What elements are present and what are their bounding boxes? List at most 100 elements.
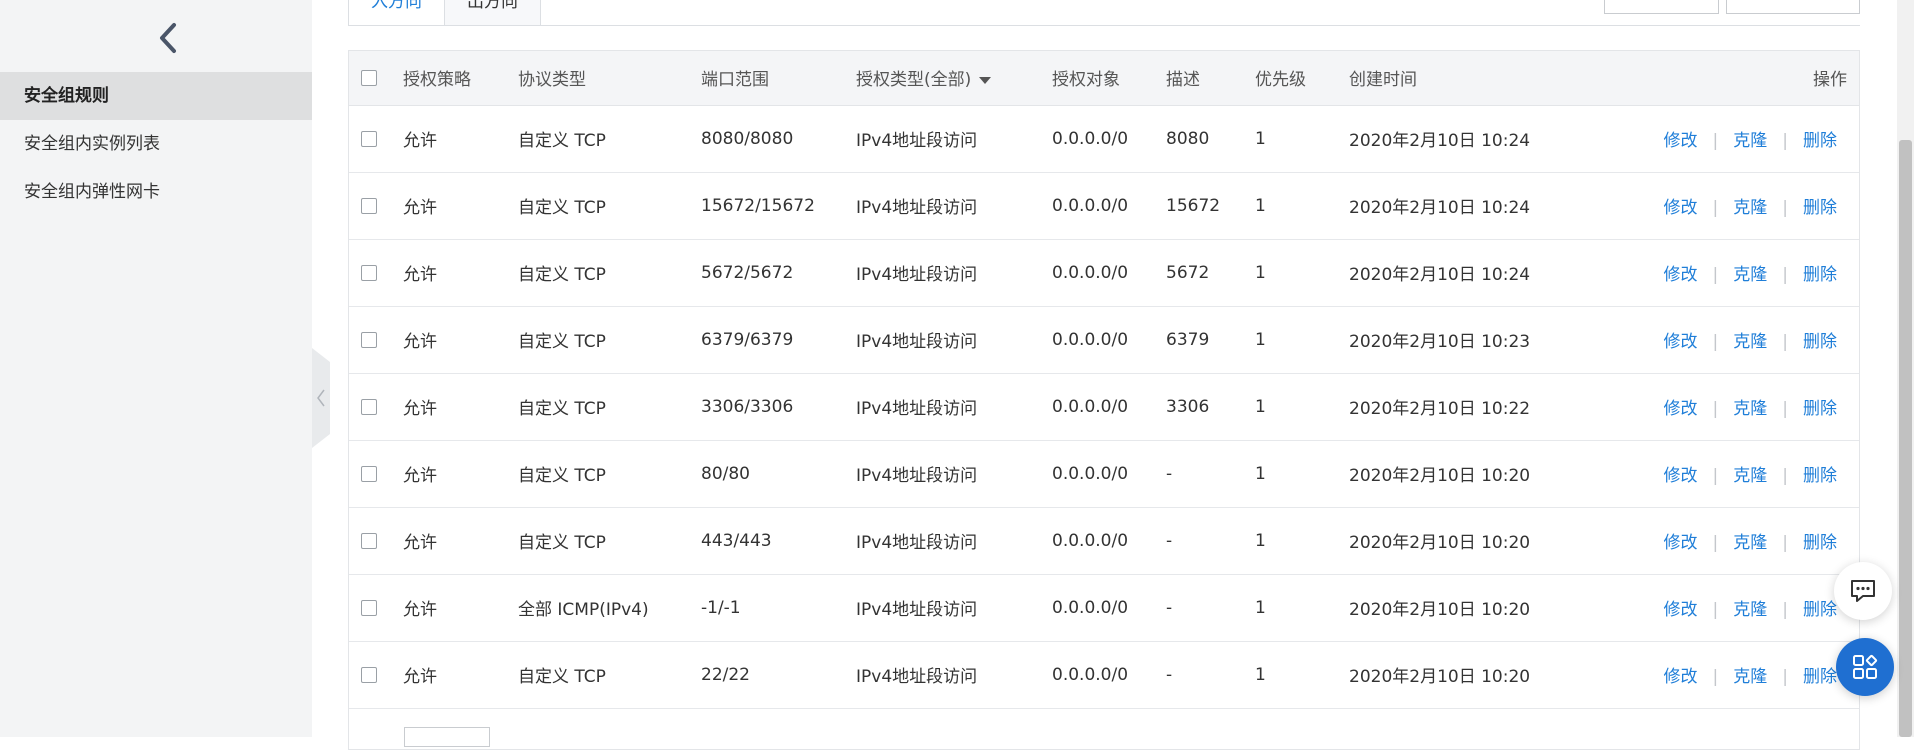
sidebar-item-security-group-rules[interactable]: 安全组规则: [0, 72, 312, 120]
header-auth-object: 授权对象: [1052, 51, 1166, 106]
table-row: 允许 自定义 TCP 15672/15672 IPv4地址段访问 0.0.0.0/0 15…: [349, 172, 1859, 240]
sidebar-nav: 安全组规则 安全组内实例列表 安全组内弹性网卡: [0, 72, 312, 216]
cell-auth-obj: 0.0.0.0/0: [1052, 574, 1166, 642]
row-checkbox[interactable]: [361, 666, 377, 683]
header-protocol: 协议类型: [518, 51, 701, 106]
table-row: 允许 自定义 TCP 6379/6379 IPv4地址段访问 0.0.0.0/0 6379…: [349, 306, 1859, 374]
row-checkbox[interactable]: [361, 264, 377, 281]
row-checkbox[interactable]: [361, 331, 377, 348]
cell-policy: 允许: [403, 105, 518, 173]
cell-protocol: 自定义 TCP: [518, 507, 701, 575]
clone-link[interactable]: 克隆: [1733, 265, 1767, 285]
cell-auth-type: IPv4地址段访问: [856, 641, 1052, 709]
action-separator: |: [1782, 332, 1788, 352]
toolbar-button-2[interactable]: [1726, 0, 1860, 14]
action-separator: |: [1782, 466, 1788, 486]
row-checkbox[interactable]: [361, 599, 377, 616]
clone-link[interactable]: 克隆: [1733, 131, 1767, 151]
cell-port: -1/-1: [701, 574, 856, 642]
delete-link[interactable]: 删除: [1803, 466, 1837, 486]
row-checkbox[interactable]: [361, 197, 377, 214]
table-row: 允许 自定义 TCP 443/443 IPv4地址段访问 0.0.0.0/0-1 2020…: [349, 507, 1859, 575]
cell-desc: 5672: [1166, 239, 1255, 307]
delete-link[interactable]: 删除: [1803, 533, 1837, 553]
clone-link[interactable]: 克隆: [1733, 198, 1767, 218]
row-checkbox[interactable]: [361, 130, 377, 147]
cell-policy: 允许: [403, 172, 518, 240]
cell-desc: -: [1166, 507, 1255, 575]
cell-port: 5672/5672: [701, 239, 856, 307]
cell-created: 2020年2月10日 10:24: [1349, 172, 1609, 240]
apps-icon: [1853, 654, 1878, 679]
clone-link[interactable]: 克隆: [1733, 399, 1767, 419]
clone-link[interactable]: 克隆: [1733, 533, 1767, 553]
edit-link[interactable]: 修改: [1664, 131, 1698, 151]
cell-protocol: 自定义 TCP: [518, 105, 701, 173]
cell-created: 2020年2月10日 10:22: [1349, 373, 1609, 441]
chat-icon: [1851, 580, 1875, 602]
delete-link[interactable]: 删除: [1803, 265, 1837, 285]
table-row: 允许 自定义 TCP 5672/5672 IPv4地址段访问 0.0.0.0/0 5672…: [349, 239, 1859, 307]
cell-desc: -: [1166, 641, 1255, 709]
cell-auth-type: IPv4地址段访问: [856, 440, 1052, 508]
delete-link[interactable]: 删除: [1803, 198, 1837, 218]
pagination-size-select[interactable]: [404, 727, 490, 747]
cell-auth-obj: 0.0.0.0/0: [1052, 641, 1166, 709]
clone-link[interactable]: 克隆: [1733, 466, 1767, 486]
sidebar-collapse-handle[interactable]: [312, 348, 330, 448]
cell-auth-type: IPv4地址段访问: [856, 105, 1052, 173]
cell-auth-obj: 0.0.0.0/0: [1052, 105, 1166, 173]
cell-priority: 1: [1255, 440, 1349, 508]
scrollbar-thumb[interactable]: [1899, 140, 1912, 737]
cell-operations: 修改 | 克隆 | 删除: [1609, 507, 1859, 575]
apps-button[interactable]: [1836, 638, 1894, 696]
chat-button[interactable]: [1834, 562, 1892, 620]
delete-link[interactable]: 删除: [1803, 131, 1837, 151]
edit-link[interactable]: 修改: [1664, 533, 1698, 553]
cell-port: 6379/6379: [701, 306, 856, 374]
row-checkbox[interactable]: [361, 398, 377, 415]
cell-operations: 修改 | 克隆 | 删除: [1609, 574, 1859, 642]
action-separator: |: [1712, 131, 1719, 151]
header-port: 端口范围: [701, 51, 856, 106]
edit-link[interactable]: 修改: [1664, 198, 1698, 218]
header-auth-type[interactable]: 授权类型(全部): [856, 51, 1052, 106]
back-button[interactable]: [148, 18, 188, 58]
row-checkbox[interactable]: [361, 532, 377, 549]
row-checkbox[interactable]: [361, 465, 377, 482]
action-separator: |: [1712, 265, 1719, 285]
clone-link[interactable]: 克隆: [1733, 332, 1767, 352]
edit-link[interactable]: 修改: [1664, 466, 1698, 486]
table-row: 允许 自定义 TCP 8080/8080 IPv4地址段访问 0.0.0.0/0 8080…: [349, 105, 1859, 173]
cell-created: 2020年2月10日 10:20: [1349, 507, 1609, 575]
clone-link[interactable]: 克隆: [1733, 667, 1767, 687]
tab-outbound[interactable]: 出方向: [444, 0, 541, 26]
cell-protocol: 自定义 TCP: [518, 306, 701, 374]
cell-created: 2020年2月10日 10:24: [1349, 239, 1609, 307]
edit-link[interactable]: 修改: [1664, 399, 1698, 419]
delete-link[interactable]: 删除: [1803, 399, 1837, 419]
edit-link[interactable]: 修改: [1664, 600, 1698, 620]
toolbar-button-1[interactable]: [1604, 0, 1719, 14]
sidebar-item-eni[interactable]: 安全组内弹性网卡: [0, 168, 312, 216]
edit-link[interactable]: 修改: [1664, 265, 1698, 285]
cell-operations: 修改 | 克隆 | 删除: [1609, 306, 1859, 374]
sidebar-item-instance-list[interactable]: 安全组内实例列表: [0, 120, 312, 168]
tab-inbound[interactable]: 入方向: [348, 0, 445, 26]
select-all-checkbox[interactable]: [361, 69, 377, 86]
header-policy: 授权策略: [403, 51, 518, 106]
delete-link[interactable]: 删除: [1803, 332, 1837, 352]
direction-tabs: 入方向 出方向: [348, 0, 541, 26]
edit-link[interactable]: 修改: [1664, 667, 1698, 687]
delete-link[interactable]: 删除: [1803, 667, 1837, 687]
cell-policy: 允许: [403, 574, 518, 642]
header-operations: 操作: [1609, 51, 1859, 106]
caret-down-icon[interactable]: [979, 76, 992, 84]
edit-link[interactable]: 修改: [1664, 332, 1698, 352]
clone-link[interactable]: 克隆: [1733, 600, 1767, 620]
cell-priority: 1: [1255, 105, 1349, 173]
action-separator: |: [1712, 466, 1719, 486]
action-separator: |: [1782, 399, 1788, 419]
delete-link[interactable]: 删除: [1803, 600, 1837, 620]
cell-operations: 修改 | 克隆 | 删除: [1609, 172, 1859, 240]
